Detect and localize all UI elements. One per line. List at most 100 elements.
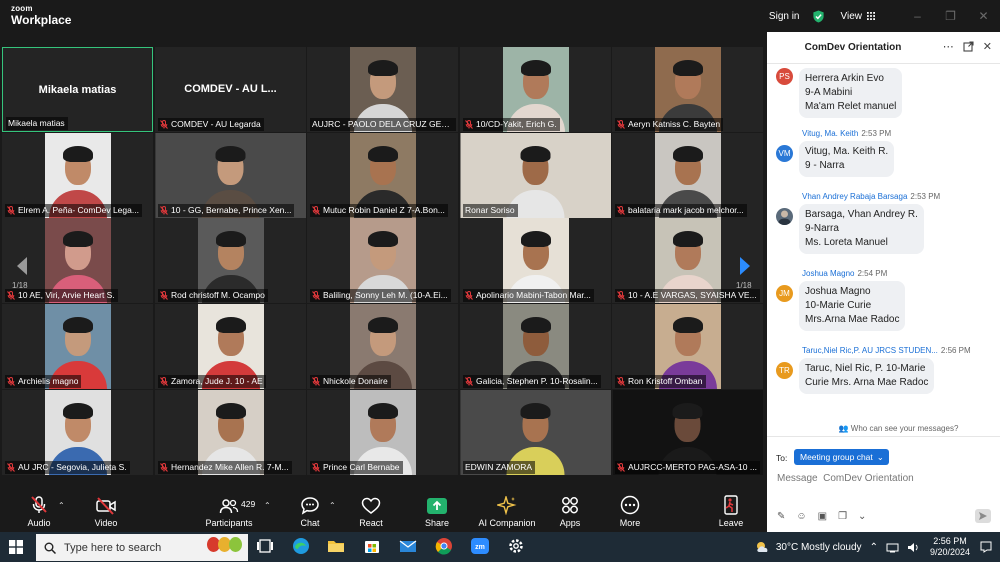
avatar[interactable]: TR xyxy=(776,362,793,379)
avatar[interactable]: JM xyxy=(776,285,793,302)
react-button[interactable]: React xyxy=(356,488,386,532)
message-sender[interactable]: Vhan Andrey Rabaja Barsaga 2:53 PM xyxy=(802,192,940,201)
participants-button[interactable]: Participants xyxy=(204,488,254,532)
task-view-icon[interactable] xyxy=(255,536,275,556)
avatar[interactable] xyxy=(776,208,793,225)
person-hair xyxy=(367,317,398,333)
participant-name-label: Apolinario Mabini-Tabon Mar... xyxy=(463,289,594,302)
message-time: 2:53 PM xyxy=(861,129,892,138)
weather-text[interactable]: 30°C Mostly cloudy xyxy=(776,542,862,553)
participant-tile[interactable]: Rod christoff M. Ocampo xyxy=(155,218,306,303)
participant-tile[interactable]: Nhickole Donaire xyxy=(307,304,458,389)
participant-tile[interactable]: COMDEV - AU L... COMDEV - AU Legarda xyxy=(155,47,306,132)
next-page-button[interactable] xyxy=(731,246,759,286)
participant-tile[interactable]: EDWIN ZAMORA xyxy=(460,390,611,475)
chrome-icon[interactable] xyxy=(434,536,454,556)
file-icon[interactable]: ❐ xyxy=(838,511,847,522)
format-icon[interactable]: ✎ xyxy=(777,511,785,522)
mail-icon[interactable] xyxy=(398,536,418,556)
ai-companion-button[interactable]: AI Companion xyxy=(475,488,539,532)
participant-tile[interactable]: Aeryn Katniss C. Bayten xyxy=(612,47,763,132)
prev-page-button[interactable] xyxy=(8,246,36,286)
send-button[interactable] xyxy=(975,509,991,523)
send-icon xyxy=(979,512,987,520)
more-options-icon[interactable]: ⋯ xyxy=(943,40,954,53)
participants-caret-icon[interactable]: ⌃ xyxy=(264,501,271,510)
video-button[interactable]: Video xyxy=(90,488,122,532)
message-line: 9-Narra xyxy=(805,223,839,234)
chat-button[interactable]: Chat xyxy=(295,488,325,532)
taskbar-clock[interactable]: 2:56 PM 9/20/2024 xyxy=(930,536,970,558)
windows-start-icon[interactable] xyxy=(9,540,23,554)
participant-name: Archielis magno xyxy=(18,376,79,386)
chat-caret-icon[interactable]: ⌃ xyxy=(329,501,336,510)
message-line: Ms. Loreta Manuel xyxy=(805,237,888,248)
muted-mic-icon xyxy=(7,463,15,472)
more-button[interactable]: More xyxy=(615,488,645,532)
screenshot-icon[interactable]: ▣ xyxy=(818,511,827,522)
participant-name-label: 10/CD-Yakit, Erich G. xyxy=(463,118,560,131)
tray-expand-icon[interactable]: ⌃ xyxy=(870,542,878,553)
participant-tile[interactable]: AUJRCC-MERTO PAG-ASA-10 ... xyxy=(612,390,763,475)
security-shield-icon[interactable] xyxy=(812,9,825,23)
audio-button[interactable]: Audio xyxy=(24,488,54,532)
participant-tile[interactable]: Zamora, Jude J. 10 - AE xyxy=(155,304,306,389)
participant-tile[interactable]: Mikaela matias Mikaela matias xyxy=(2,47,153,132)
share-button[interactable]: Share xyxy=(420,488,454,532)
popout-icon[interactable] xyxy=(963,41,974,52)
recipient-dropdown[interactable]: Meeting group chat ⌄ xyxy=(794,449,889,465)
taskbar-search[interactable]: Type here to search xyxy=(36,534,248,561)
edge-browser-icon[interactable] xyxy=(291,536,311,556)
participant-tile[interactable]: Ron Kristoff Omban xyxy=(612,304,763,389)
person-hair xyxy=(520,60,551,76)
participant-tile[interactable]: Ronar Soriso xyxy=(460,133,611,218)
close-window-icon[interactable]: ✕ xyxy=(967,9,1000,23)
avatar[interactable]: VM xyxy=(776,145,793,162)
close-chat-icon[interactable]: ✕ xyxy=(983,40,992,53)
participant-tile[interactable]: Mutuc Robin Daniel Z 7-A.Bon... xyxy=(307,133,458,218)
participant-tile[interactable]: 10 - GG, Bernabe, Prince Xen... xyxy=(155,133,306,218)
participant-tile[interactable]: Elrem A. Peña- ComDev Lega... xyxy=(2,133,153,218)
participant-name-label: COMDEV - AU Legarda xyxy=(158,118,264,131)
participant-tile[interactable]: balataria mark jacob melchor... xyxy=(612,133,763,218)
microsoft-store-icon[interactable] xyxy=(362,536,382,556)
more-compose-icon[interactable]: ⌄ xyxy=(858,511,866,522)
muted-mic-icon xyxy=(160,291,168,300)
minimize-icon[interactable]: – xyxy=(901,9,934,23)
volume-icon[interactable] xyxy=(907,542,920,553)
notifications-icon[interactable] xyxy=(980,541,992,553)
participant-name-label: Mikaela matias xyxy=(6,117,68,130)
sign-in-link[interactable]: Sign in xyxy=(769,11,800,22)
settings-gear-icon[interactable] xyxy=(506,536,526,556)
restore-icon[interactable]: ❐ xyxy=(934,9,967,23)
apps-label: Apps xyxy=(559,518,581,528)
message-input[interactable] xyxy=(777,473,987,484)
message-sender[interactable]: Joshua Magno 2:54 PM xyxy=(802,269,887,278)
participant-tile[interactable]: AUJRC - PAOLO DELA CRUZ GER... xyxy=(307,47,458,132)
participant-tile[interactable]: Prince Carl Bernabe xyxy=(307,390,458,475)
weather-cloud-icon[interactable] xyxy=(754,540,772,554)
view-button[interactable]: View xyxy=(841,11,875,22)
react-label: React xyxy=(359,518,383,528)
participant-tile[interactable]: Archielis magno xyxy=(2,304,153,389)
emoji-icon[interactable]: ☺ xyxy=(796,511,806,522)
apps-button[interactable]: Apps xyxy=(555,488,585,532)
audio-caret-icon[interactable]: ⌃ xyxy=(58,501,65,510)
who-can-see-link[interactable]: 👥 Who can see your messages? xyxy=(767,424,1000,433)
participant-name: Nhickole Donaire xyxy=(323,376,388,386)
participant-tile[interactable]: 10/CD-Yakit, Erich G. xyxy=(460,47,611,132)
participant-tile[interactable]: Hernandez Mike Allen R. 7-M... xyxy=(155,390,306,475)
network-icon[interactable] xyxy=(886,542,899,553)
avatar[interactable]: PS xyxy=(776,68,793,85)
zoom-app-icon[interactable]: zm xyxy=(470,536,490,556)
message-bubble: Barsaga, Vhan Andrey R. 9-Narra Ms. Lore… xyxy=(799,204,924,254)
leave-button[interactable]: Leave xyxy=(715,488,747,532)
message-sender[interactable]: Taruc,Niel Ric,P. AU JRCS STUDEN... 2:56 … xyxy=(802,346,971,355)
participant-tile[interactable]: AU JRC - Segovia, Julieta S. xyxy=(2,390,153,475)
participant-name-label: Archielis magno xyxy=(5,375,82,388)
participant-tile[interactable]: Baliling, Sonny Leh M. (10-A.Ei... xyxy=(307,218,458,303)
message-sender[interactable]: Vitug, Ma. Keith 2:53 PM xyxy=(802,129,891,138)
participant-tile[interactable]: Galicia, Stephen P. 10-Rosalin... xyxy=(460,304,611,389)
file-explorer-icon[interactable] xyxy=(326,536,346,556)
participant-tile[interactable]: Apolinario Mabini-Tabon Mar... xyxy=(460,218,611,303)
